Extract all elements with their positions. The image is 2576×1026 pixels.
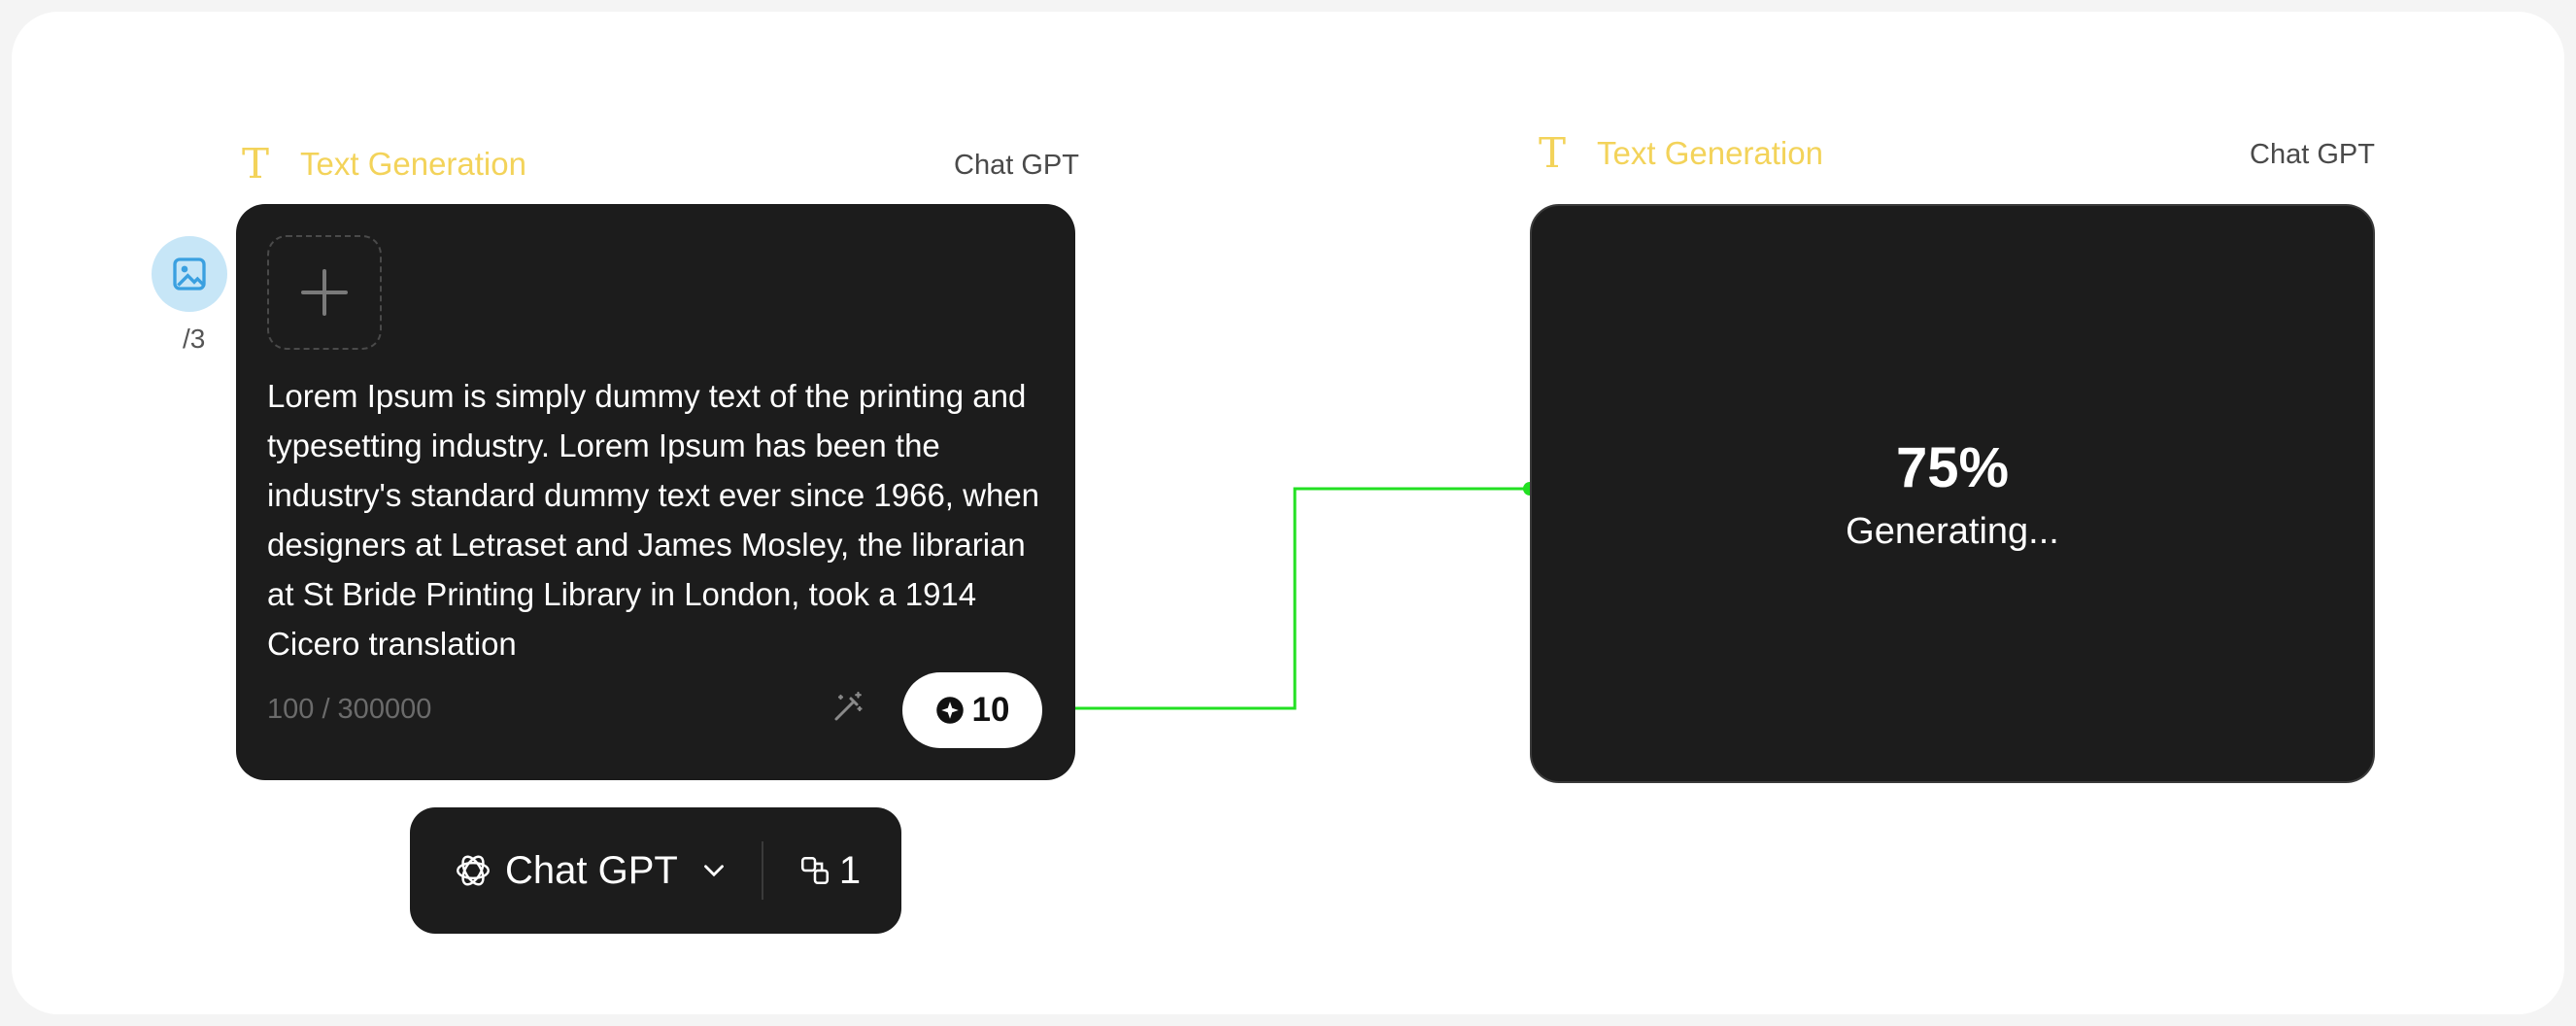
input-node-title: Text Generation: [300, 146, 526, 182]
generation-status: Generating...: [1846, 511, 2059, 552]
run-credits-button[interactable]: 10: [902, 672, 1042, 748]
output-node-header: T Text Generation: [1533, 133, 1823, 174]
spark-icon: [935, 697, 964, 724]
input-node-header: T Text Generation: [236, 144, 526, 185]
image-input-button[interactable]: [152, 236, 227, 312]
generation-progress: 75%: [1895, 436, 2010, 499]
enhance-prompt-button[interactable]: [830, 690, 865, 730]
output-node-card: 75% Generating...: [1530, 204, 2375, 783]
text-t-icon: T: [1538, 129, 1566, 177]
model-name: Chat GPT: [505, 848, 678, 892]
image-count-label: /3: [183, 324, 206, 354]
credits-value: 10: [971, 691, 1010, 729]
openai-icon: [457, 855, 490, 886]
plus-icon: [301, 269, 348, 316]
model-toolbar: Chat GPT 1: [410, 807, 901, 934]
character-counter: 100 / 300000: [267, 694, 432, 725]
output-node-model-label: Chat GPT: [2250, 139, 2375, 170]
chevron-down-icon: [703, 865, 724, 877]
input-node-model-label: Chat GPT: [954, 150, 1079, 181]
toolbar-divider: [761, 841, 763, 900]
variants-count-button[interactable]: 1: [798, 849, 861, 893]
add-image-button[interactable]: [267, 235, 382, 350]
prompt-text[interactable]: Lorem Ipsum is simply dummy text of the …: [267, 371, 1044, 668]
output-node-title: Text Generation: [1597, 135, 1823, 171]
model-select-dropdown[interactable]: Chat GPT: [453, 849, 730, 893]
magic-wand-icon: [834, 691, 863, 721]
image-icon: [173, 257, 206, 291]
variants-count: 1: [838, 848, 862, 892]
input-node-card: Lorem Ipsum is simply dummy text of the …: [236, 204, 1075, 780]
copies-icon: [800, 856, 829, 885]
text-t-icon: T: [241, 140, 269, 188]
